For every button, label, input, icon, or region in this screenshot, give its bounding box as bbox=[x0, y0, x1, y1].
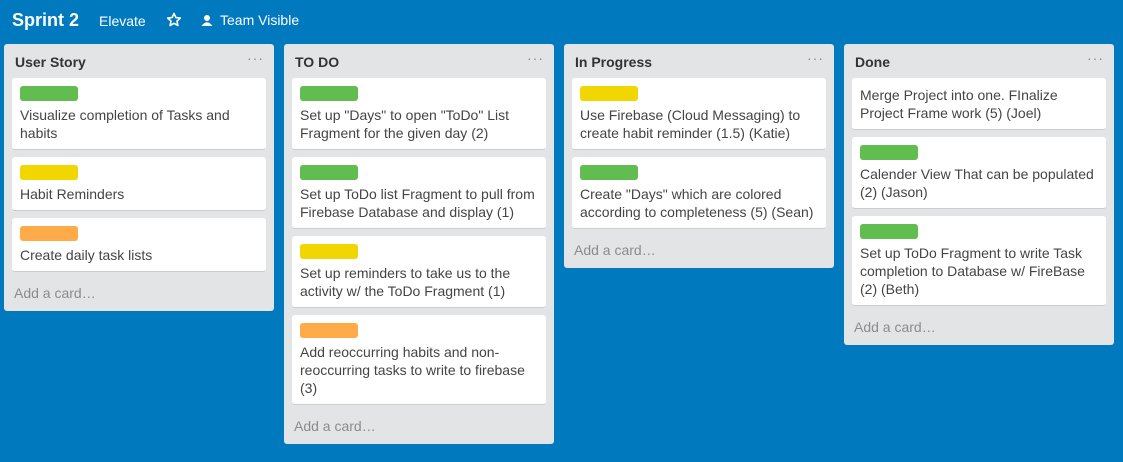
card[interactable]: Merge Project into one. FInalize Project… bbox=[852, 78, 1106, 130]
list-title[interactable]: User Story bbox=[15, 54, 86, 70]
card-label-yellow[interactable] bbox=[300, 244, 358, 259]
visibility-label: Team Visible bbox=[220, 12, 300, 28]
card[interactable]: Set up "Days" to open "ToDo" List Fragme… bbox=[292, 78, 546, 150]
card-label-green[interactable] bbox=[860, 224, 918, 239]
card-title: Create "Days" which are colored accordin… bbox=[580, 186, 814, 220]
card-label-green[interactable] bbox=[300, 165, 358, 180]
list: User Story ··· Visualize completion of Tas… bbox=[4, 44, 274, 311]
card[interactable]: Create "Days" which are colored accordin… bbox=[572, 157, 826, 229]
card-label-green[interactable] bbox=[300, 86, 358, 101]
card[interactable]: Use Firebase (Cloud Messaging) to create… bbox=[572, 78, 826, 150]
card[interactable]: Add reoccurring habits and non-reoccurri… bbox=[292, 315, 546, 405]
card[interactable]: Create daily task lists bbox=[12, 218, 266, 272]
card-list: Use Firebase (Cloud Messaging) to create… bbox=[564, 78, 834, 229]
card-title: Set up ToDo list Fragment to pull from F… bbox=[300, 186, 535, 220]
list-title[interactable]: TO DO bbox=[295, 54, 339, 70]
card-label-orange[interactable] bbox=[300, 323, 358, 338]
add-card-button[interactable]: Add a card… bbox=[284, 412, 554, 444]
card-label-green[interactable] bbox=[580, 165, 638, 180]
card-title: Habit Reminders bbox=[20, 186, 125, 202]
team-icon bbox=[201, 15, 213, 26]
list-header: In Progress ··· bbox=[564, 44, 834, 78]
card-list: Set up "Days" to open "ToDo" List Fragme… bbox=[284, 78, 554, 405]
board-title[interactable]: Sprint 2 bbox=[12, 10, 79, 31]
add-card-button[interactable]: Add a card… bbox=[4, 279, 274, 311]
list-menu-icon[interactable]: ··· bbox=[807, 50, 824, 66]
list: TO DO ··· Set up "Days" to open "ToDo" Lis… bbox=[284, 44, 554, 444]
card[interactable]: Visualize completion of Tasks and habits bbox=[12, 78, 266, 150]
list-header: Done ··· bbox=[844, 44, 1114, 78]
list: In Progress ··· Use Firebase (Cloud Messag… bbox=[564, 44, 834, 268]
list-menu-icon[interactable]: ··· bbox=[247, 50, 264, 66]
list-header: TO DO ··· bbox=[284, 44, 554, 78]
card-label-yellow[interactable] bbox=[580, 86, 638, 101]
card-list: Merge Project into one. FInalize Project… bbox=[844, 78, 1114, 306]
list-title[interactable]: In Progress bbox=[575, 54, 652, 70]
card[interactable]: Set up reminders to take us to the activ… bbox=[292, 236, 546, 308]
list-menu-icon[interactable]: ··· bbox=[527, 50, 544, 66]
card[interactable]: Calender View That can be populated (2) … bbox=[852, 137, 1106, 209]
card-title: Merge Project into one. FInalize Project… bbox=[860, 87, 1058, 121]
list-header: User Story ··· bbox=[4, 44, 274, 78]
card-title: Set up ToDo Fragment to write Task compl… bbox=[860, 245, 1085, 297]
list: Done ··· Merge Project into one. FInalize … bbox=[844, 44, 1114, 345]
list-menu-icon[interactable]: ··· bbox=[1087, 50, 1104, 66]
card-title: Calender View That can be populated (2) … bbox=[860, 166, 1094, 200]
add-card-button[interactable]: Add a card… bbox=[564, 236, 834, 268]
card-title: Create daily task lists bbox=[20, 247, 153, 263]
card[interactable]: Habit Reminders bbox=[12, 157, 266, 211]
card-list: Visualize completion of Tasks and habits… bbox=[4, 78, 274, 272]
add-card-button[interactable]: Add a card… bbox=[844, 313, 1114, 345]
star-icon[interactable] bbox=[166, 12, 182, 28]
card-title: Set up "Days" to open "ToDo" List Fragme… bbox=[300, 107, 509, 141]
card-title: Use Firebase (Cloud Messaging) to create… bbox=[580, 107, 801, 141]
org-name[interactable]: Elevate bbox=[99, 13, 146, 29]
card-label-green[interactable] bbox=[20, 86, 78, 101]
board-header: Sprint 2 Elevate Team Visible bbox=[0, 0, 1123, 42]
card-title: Add reoccurring habits and non-reoccurri… bbox=[300, 344, 525, 396]
card-label-orange[interactable] bbox=[20, 226, 78, 241]
card-title: Set up reminders to take us to the activ… bbox=[300, 265, 511, 299]
card[interactable]: Set up ToDo list Fragment to pull from F… bbox=[292, 157, 546, 229]
card-title: Visualize completion of Tasks and habits bbox=[20, 107, 230, 141]
visibility-button[interactable]: Team Visible bbox=[200, 12, 299, 28]
card-label-green[interactable] bbox=[860, 145, 918, 160]
card[interactable]: Set up ToDo Fragment to write Task compl… bbox=[852, 216, 1106, 306]
card-label-yellow[interactable] bbox=[20, 165, 78, 180]
list-title[interactable]: Done bbox=[855, 54, 890, 70]
